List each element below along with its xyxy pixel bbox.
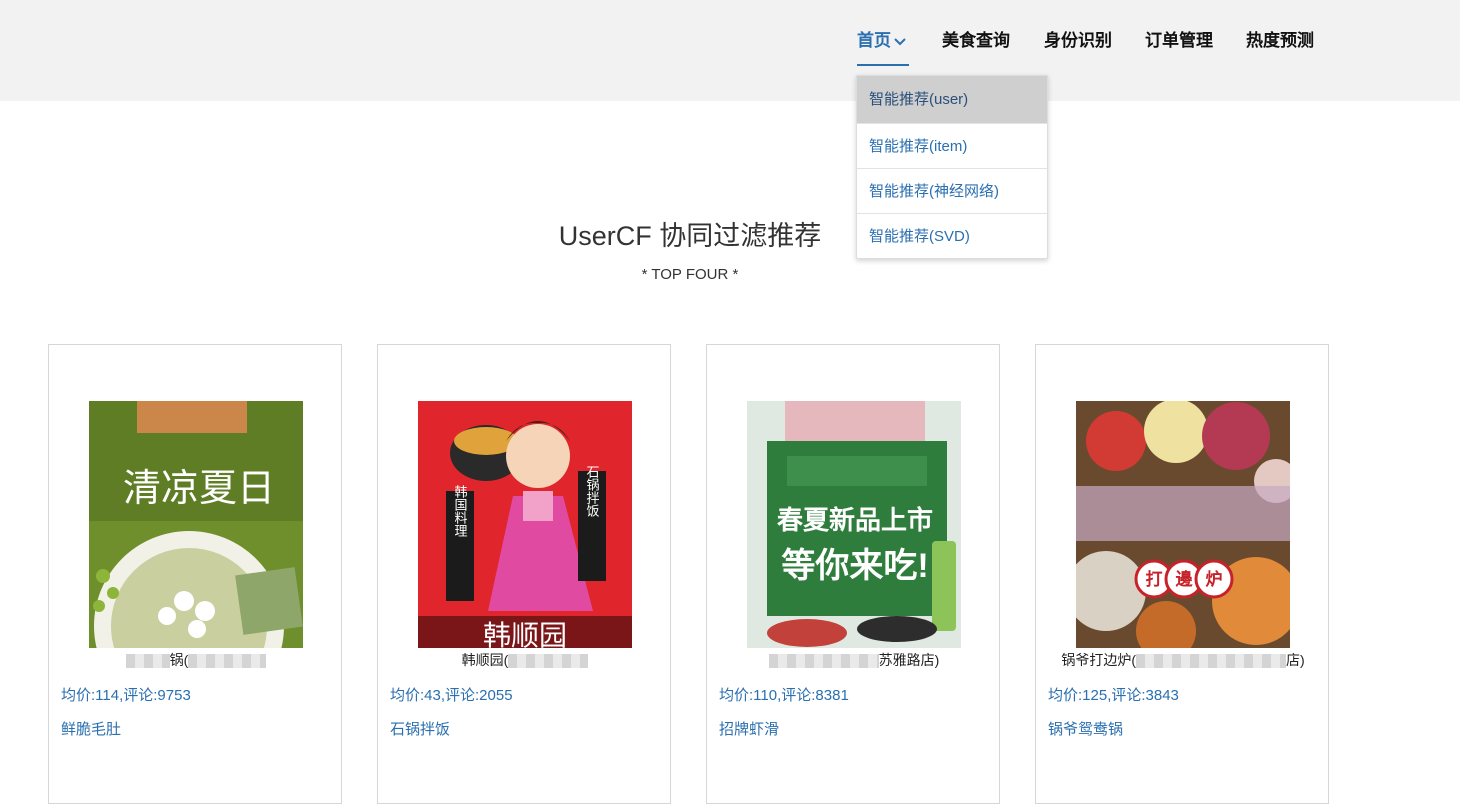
- restaurant-card[interactable]: 打 邊 炉 锅爷打边炉( 店) 均价:125,评论:3843 锅爷鸳鸯锅: [1035, 344, 1329, 804]
- poster-bottom-text: 韩顺园: [483, 620, 567, 648]
- price-reviews: 均价:110,评论:8381: [719, 687, 849, 704]
- poster-right-text: 石锅拌饭: [585, 465, 600, 517]
- nav-active-underline: [857, 64, 909, 66]
- signature-dish-link[interactable]: 鲜脆毛肚: [61, 718, 121, 739]
- food-poster-image: 春夏新品上市 等你来吃!: [747, 401, 961, 648]
- restaurant-name-text: 苏雅路店): [878, 652, 940, 668]
- restaurant-name-text: 锅爷打边炉(: [1061, 652, 1136, 668]
- restaurant-card[interactable]: 清凉夏日 锅( 均价:114,评论:9753 鲜脆毛肚: [48, 344, 342, 804]
- restaurant-name-suffix: 店): [1286, 652, 1305, 668]
- poster-badge-3: 炉: [1206, 569, 1223, 589]
- nav-heat-forecast[interactable]: 热度预测: [1246, 26, 1314, 51]
- signature-dish-link[interactable]: 石锅拌饭: [390, 718, 450, 739]
- food-poster-image: 韩国料理 石锅拌饭 韩顺园: [418, 401, 632, 648]
- restaurant-card[interactable]: 春夏新品上市 等你来吃! 苏雅路店) 均价:110,评论:8381 招牌虾滑: [706, 344, 1000, 804]
- price-reviews: 均价:114,评论:9753: [61, 687, 191, 704]
- nav-home[interactable]: 首页: [857, 26, 906, 51]
- poster-text: 清凉夏日: [123, 466, 275, 510]
- poster-line-1: 春夏新品上市: [777, 505, 933, 535]
- restaurant-card[interactable]: 韩国料理 石锅拌饭 韩顺园 韩顺园( 均价:43,评论:2055 石锅拌饭: [377, 344, 671, 804]
- page-subtitle: * TOP FOUR *: [641, 266, 739, 283]
- price-reviews: 均价:43,评论:2055: [390, 687, 513, 704]
- restaurant-image[interactable]: 打 邊 炉: [1076, 401, 1290, 648]
- dropdown-item-user[interactable]: 智能推荐(user): [857, 76, 1047, 123]
- price-reviews: 均价:125,评论:3843: [1048, 687, 1179, 704]
- restaurant-image[interactable]: 韩国料理 石锅拌饭 韩顺园: [418, 401, 632, 648]
- nav-identity[interactable]: 身份识别: [1044, 26, 1112, 51]
- food-poster-image: 清凉夏日: [89, 401, 303, 648]
- page-title: UserCF 协同过滤推荐: [558, 221, 822, 251]
- restaurant-image[interactable]: 春夏新品上市 等你来吃!: [747, 401, 961, 648]
- dropdown-item-neural[interactable]: 智能推荐(神经网络): [857, 168, 1047, 213]
- signature-dish-link[interactable]: 招牌虾滑: [719, 718, 779, 739]
- poster-badge-1: 打: [1146, 569, 1163, 589]
- signature-dish-link[interactable]: 锅爷鸳鸯锅: [1048, 718, 1123, 739]
- food-poster-image: 打 邊 炉: [1076, 401, 1290, 648]
- restaurant-name: 韩顺园(: [378, 650, 672, 670]
- restaurant-name: 苏雅路店): [707, 650, 1001, 670]
- poster-badge-2: 邊: [1176, 569, 1194, 589]
- restaurant-image[interactable]: 清凉夏日: [89, 401, 303, 648]
- restaurant-name-text: 韩顺园(: [461, 652, 509, 668]
- restaurant-name: 锅爷打边炉( 店): [1036, 650, 1330, 670]
- dropdown-item-item[interactable]: 智能推荐(item): [857, 123, 1047, 168]
- poster-line-2: 等你来吃!: [781, 547, 928, 585]
- nav-food-search[interactable]: 美食查询: [942, 26, 1010, 51]
- restaurant-name: 锅(: [49, 650, 343, 670]
- restaurant-name-text: 锅(: [169, 652, 189, 668]
- chevron-down-icon: [894, 37, 906, 45]
- top-nav-bar: [0, 0, 1460, 101]
- poster-left-text: 韩国料理: [453, 485, 468, 537]
- nav-home-label: 首页: [857, 31, 891, 50]
- nav-orders[interactable]: 订单管理: [1145, 26, 1213, 51]
